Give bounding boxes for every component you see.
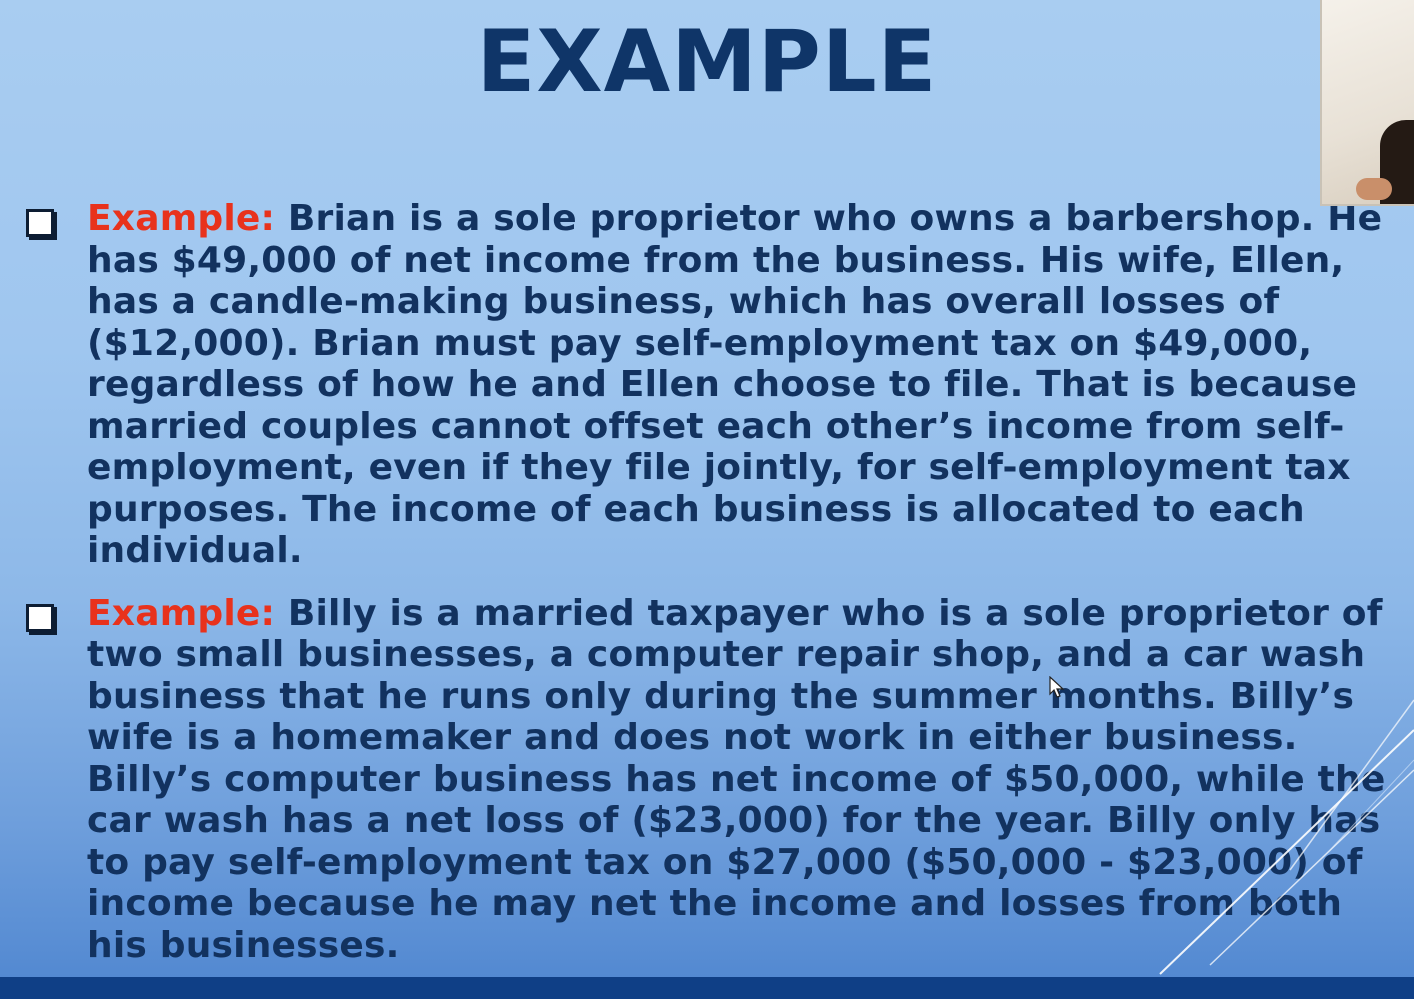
presenter-hand — [1356, 178, 1392, 200]
webcam-overlay — [1320, 0, 1414, 206]
bullet-item-billy: Example: Billy is a married taxpayer who… — [24, 593, 1408, 967]
bullet-text: Billy is a married taxpayer who is a sol… — [87, 592, 1386, 966]
bullet-text: Brian is a sole proprietor who owns a ba… — [87, 198, 1383, 571]
example-label: Example: — [87, 592, 276, 634]
example-label: Example: — [87, 198, 276, 239]
checkbox-bullet-icon — [26, 603, 54, 632]
bullet-list: Example: Brian is a sole proprietor who … — [24, 198, 1408, 966]
slide: EXAMPLE Example: Brian is a sole proprie… — [0, 0, 1414, 999]
bullet-item-brian: Example: Brian is a sole proprietor who … — [24, 198, 1408, 572]
mouse-cursor-icon — [1049, 676, 1065, 698]
bottom-bar — [0, 977, 1414, 999]
checkbox-bullet-icon — [26, 209, 54, 237]
slide-title: EXAMPLE — [476, 12, 938, 112]
